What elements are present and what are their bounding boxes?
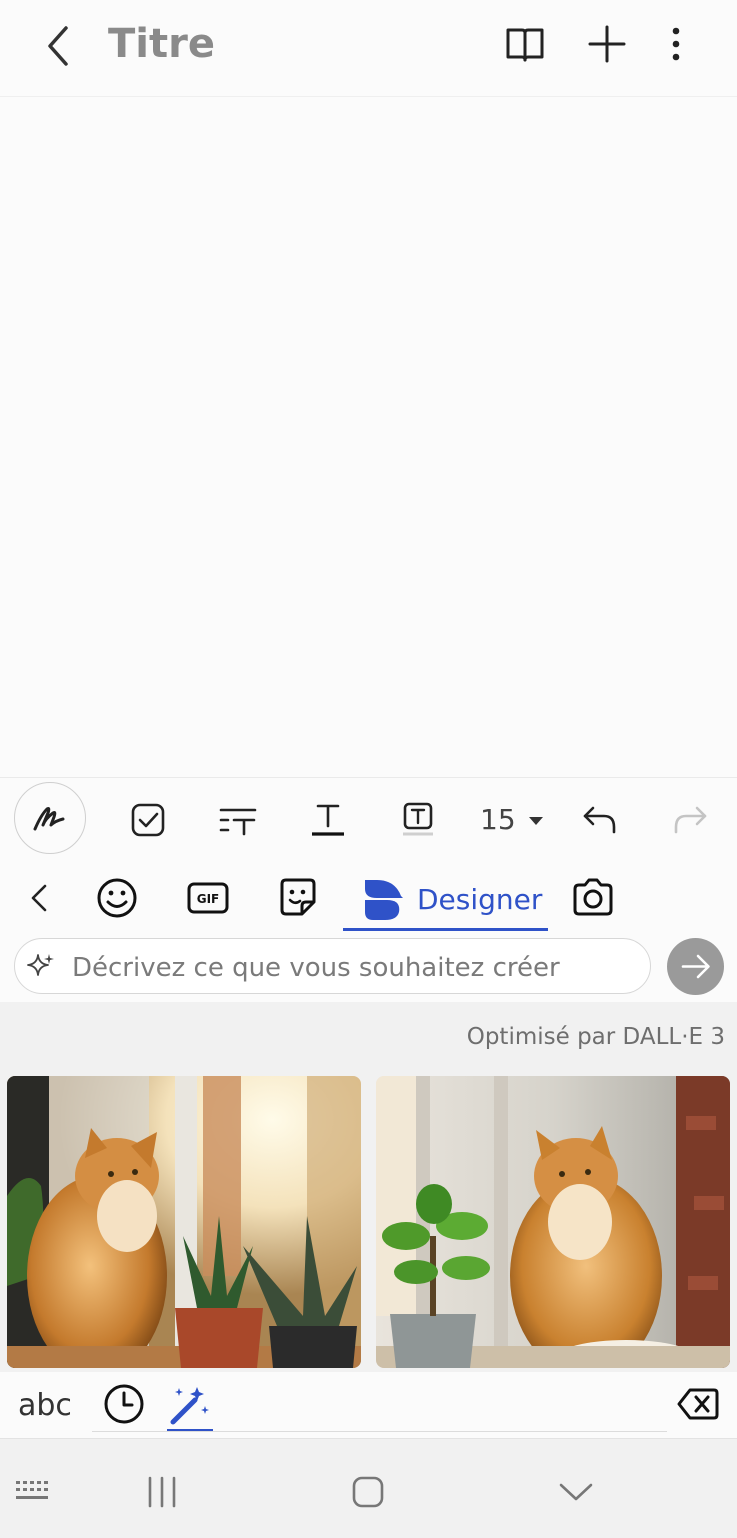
text-underline-icon bbox=[312, 804, 344, 836]
abc-key[interactable]: abc bbox=[18, 1384, 72, 1428]
text-box-icon bbox=[403, 802, 433, 836]
chevron-down-icon bbox=[559, 1483, 593, 1501]
pen-icon bbox=[33, 807, 65, 831]
checkbox-icon bbox=[131, 803, 165, 837]
recent-button[interactable] bbox=[102, 1382, 146, 1426]
cat-image-1 bbox=[7, 1076, 361, 1368]
chevron-left-icon bbox=[48, 26, 68, 66]
generated-image-1[interactable] bbox=[7, 1076, 361, 1368]
gif-icon: GIF bbox=[187, 882, 229, 914]
redo-icon bbox=[674, 806, 707, 834]
designer-logo-icon bbox=[365, 880, 403, 920]
more-options-button[interactable] bbox=[655, 18, 697, 70]
arrow-right-icon bbox=[681, 954, 710, 979]
gif-label: GIF bbox=[197, 892, 220, 906]
keyboard-icon bbox=[16, 1481, 48, 1499]
font-size-selector[interactable]: 15 bbox=[480, 800, 545, 840]
tab-gif[interactable]: GIF bbox=[186, 872, 230, 924]
clock-icon bbox=[104, 1384, 144, 1424]
navigation-bar bbox=[0, 1440, 737, 1538]
powered-by-credit: Optimisé par DALL·E 3 bbox=[466, 1024, 725, 1050]
sticker-icon bbox=[280, 878, 316, 916]
divider bbox=[92, 1431, 667, 1432]
text-color-button[interactable] bbox=[308, 800, 348, 840]
active-tab-indicator bbox=[343, 928, 548, 931]
back-button[interactable] bbox=[34, 20, 86, 72]
magic-wand-icon bbox=[170, 1387, 209, 1425]
format-toolbar: 15 bbox=[0, 777, 737, 861]
tab-camera[interactable] bbox=[570, 872, 616, 924]
plus-icon bbox=[588, 25, 626, 63]
home-button[interactable] bbox=[348, 1472, 388, 1512]
note-title[interactable]: Titre bbox=[108, 18, 215, 70]
cat-image-2 bbox=[376, 1076, 730, 1368]
home-icon bbox=[352, 1476, 384, 1508]
prompt-placeholder: Décrivez ce que vous souhaitez créer bbox=[72, 953, 560, 983]
handwriting-button[interactable] bbox=[14, 782, 86, 854]
sparkle-icon bbox=[26, 951, 56, 981]
note-content-area[interactable] bbox=[0, 97, 737, 777]
text-style-button[interactable] bbox=[218, 800, 258, 840]
caret-down-icon bbox=[528, 817, 543, 825]
checklist-button[interactable] bbox=[128, 800, 168, 840]
text-style-icon bbox=[219, 808, 257, 836]
send-button[interactable] bbox=[667, 938, 724, 995]
generated-image-2[interactable] bbox=[376, 1076, 730, 1368]
recents-icon bbox=[148, 1476, 176, 1508]
emoji-icon bbox=[97, 878, 137, 918]
backspace-icon bbox=[677, 1388, 719, 1420]
keyboard-tab-bar: GIF bbox=[0, 860, 737, 936]
font-size-value: 15 bbox=[480, 803, 516, 836]
text-background-button[interactable] bbox=[398, 800, 438, 840]
redo-button[interactable] bbox=[670, 800, 710, 840]
chevron-left-icon bbox=[31, 884, 47, 912]
reading-mode-button[interactable] bbox=[500, 18, 550, 70]
keyboard-back-button[interactable] bbox=[20, 872, 60, 924]
magic-button[interactable] bbox=[167, 1382, 213, 1426]
hide-keyboard-button[interactable] bbox=[554, 1472, 598, 1512]
book-icon bbox=[506, 28, 544, 62]
camera-icon bbox=[573, 878, 613, 916]
undo-icon bbox=[583, 806, 616, 834]
recents-button[interactable] bbox=[140, 1472, 184, 1512]
undo-button[interactable] bbox=[580, 800, 620, 840]
tab-emoji[interactable] bbox=[94, 872, 140, 924]
more-vertical-icon bbox=[672, 27, 680, 61]
tab-stickers[interactable] bbox=[276, 872, 320, 924]
designer-tab-label: Designer bbox=[417, 883, 543, 916]
keyboard-switch-button[interactable] bbox=[14, 1478, 54, 1504]
add-button[interactable] bbox=[582, 18, 632, 70]
delete-button[interactable] bbox=[676, 1384, 720, 1424]
